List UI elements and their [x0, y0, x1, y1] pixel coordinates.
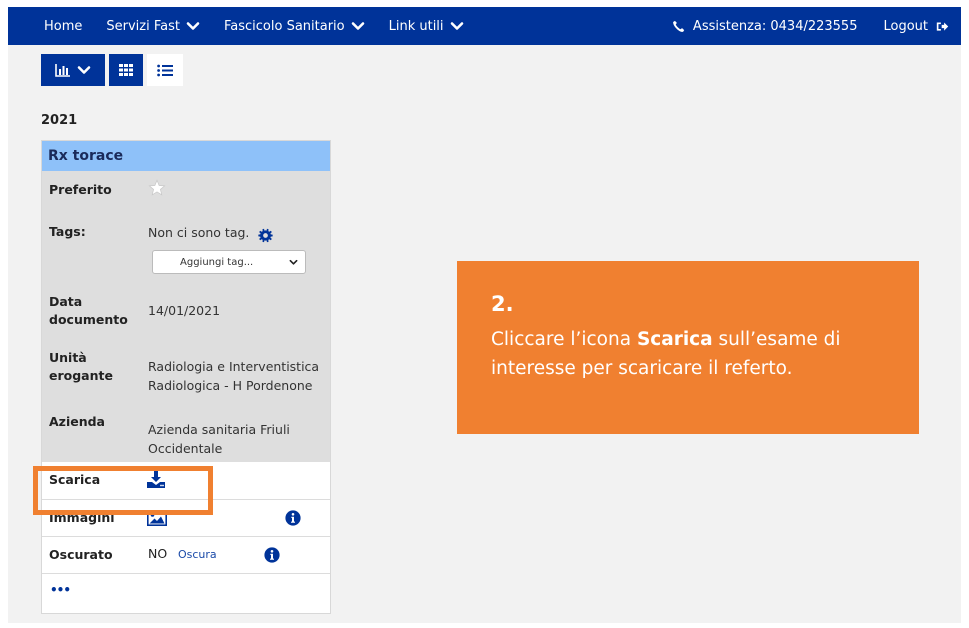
row-preferito: Preferito	[42, 171, 330, 205]
azienda-value-line2: Occidentale	[148, 441, 223, 456]
more-options-button[interactable]: •••	[50, 583, 71, 597]
bar-chart-icon	[55, 64, 70, 77]
top-navbar: Home Servizi Fast Fascicolo Sanitario Li…	[8, 7, 961, 45]
grid-view-button[interactable]	[109, 54, 143, 86]
preferito-label: Preferito	[49, 182, 112, 197]
oscurato-value: NO	[148, 546, 168, 561]
callout-text: Cliccare l’icona Scarica sull’esame di i…	[491, 325, 911, 383]
grid-icon	[119, 64, 133, 76]
tag-select[interactable]: Aggiungi tag...	[152, 250, 306, 274]
unita-label-line1: Unità	[49, 350, 87, 365]
azienda-value: Azienda sanitaria Friuli Occidentale	[148, 420, 290, 458]
nav-servizi-fast[interactable]: Servizi Fast	[106, 19, 200, 34]
azienda-label: Azienda	[49, 414, 105, 429]
data-label: Data documento	[49, 293, 128, 329]
gear-icon[interactable]	[257, 227, 274, 244]
oscurato-label: Oscurato	[49, 547, 113, 562]
row-scarica: Scarica	[42, 462, 330, 499]
phone-icon	[673, 20, 685, 32]
list-view-button[interactable]	[147, 54, 183, 86]
data-label-line1: Data	[49, 294, 83, 309]
chevron-down-icon	[77, 66, 91, 74]
unita-label: Unità erogante	[49, 349, 113, 385]
tags-value: Non ci sono tag.	[148, 225, 250, 240]
callout-step-number: 2.	[491, 292, 514, 316]
azienda-value-line1: Azienda sanitaria Friuli	[148, 422, 290, 437]
row-more: •••	[42, 573, 330, 610]
row-unita-erogante: Unità erogante Radiologia e Interventist…	[42, 345, 330, 405]
info-icon[interactable]	[285, 510, 301, 526]
nav-link-utili[interactable]: Link utili	[389, 19, 464, 34]
exam-details: Preferito Tags: Non ci sono tag. Aggiung…	[42, 171, 330, 462]
unita-value: Radiologia e Interventistica Radiologica…	[148, 357, 319, 395]
nav-fascicolo-sanitario[interactable]: Fascicolo Sanitario	[224, 19, 365, 34]
data-label-line2: documento	[49, 312, 128, 327]
chevron-down-icon	[450, 22, 463, 30]
nav-assistenza-label: Assistenza: 0434/223555	[692, 18, 858, 34]
oscura-link[interactable]: Oscura	[178, 548, 217, 561]
row-azienda: Azienda Azienda sanitaria Friuli Occiden…	[42, 405, 330, 462]
chevron-down-icon	[186, 22, 200, 30]
row-immagini: Immagini	[42, 499, 330, 536]
exam-card: Rx torace Preferito Tags: Non ci sono ta…	[41, 140, 331, 614]
tags-label: Tags:	[49, 224, 86, 239]
nav-logout[interactable]: Logout	[883, 19, 949, 34]
nav-fascicolo-label: Fascicolo Sanitario	[223, 18, 345, 34]
unita-value-line1: Radiologia e Interventistica	[148, 359, 320, 374]
nav-home[interactable]: Home	[44, 19, 82, 34]
view-toolbar	[41, 54, 183, 86]
nav-servizi-label: Servizi Fast	[106, 18, 180, 34]
download-icon[interactable]	[147, 471, 165, 488]
chart-view-dropdown[interactable]	[41, 54, 105, 86]
tag-select-placeholder: Aggiungi tag...	[180, 256, 254, 268]
row-data-documento: Data documento 14/01/2021	[42, 285, 330, 345]
chevron-down-icon	[289, 259, 298, 265]
image-icon[interactable]	[147, 510, 167, 526]
immagini-label: Immagini	[49, 510, 115, 525]
scarica-label: Scarica	[49, 472, 101, 487]
page-background: Home Servizi Fast Fascicolo Sanitario Li…	[8, 7, 961, 623]
exam-title: Rx torace	[42, 141, 330, 171]
callout-text-bold: Scarica	[636, 329, 713, 350]
nav-link-utili-label: Link utili	[388, 18, 444, 34]
row-oscurato: Oscurato NO Oscura	[42, 536, 330, 573]
info-icon[interactable]	[264, 547, 280, 563]
nav-assistenza[interactable]: Assistenza: 0434/223555	[672, 18, 858, 34]
chevron-down-icon	[351, 22, 364, 30]
data-value: 14/01/2021	[148, 303, 221, 318]
unita-label-line2: erogante	[49, 368, 113, 383]
star-icon[interactable]	[148, 179, 166, 197]
list-icon	[157, 64, 173, 76]
nav-right-group: Assistenza: 0434/223555 Logout	[672, 19, 949, 34]
logout-icon	[936, 21, 949, 31]
callout-text-before: Cliccare l’icona	[491, 329, 637, 350]
unita-value-line2: Radiologica - H Pordenone	[148, 378, 313, 393]
nav-home-label: Home	[44, 18, 83, 34]
year-heading: 2021	[41, 113, 78, 128]
instruction-callout: 2. Cliccare l’icona Scarica sull’esame d…	[457, 261, 919, 434]
nav-logout-label: Logout	[883, 18, 928, 34]
